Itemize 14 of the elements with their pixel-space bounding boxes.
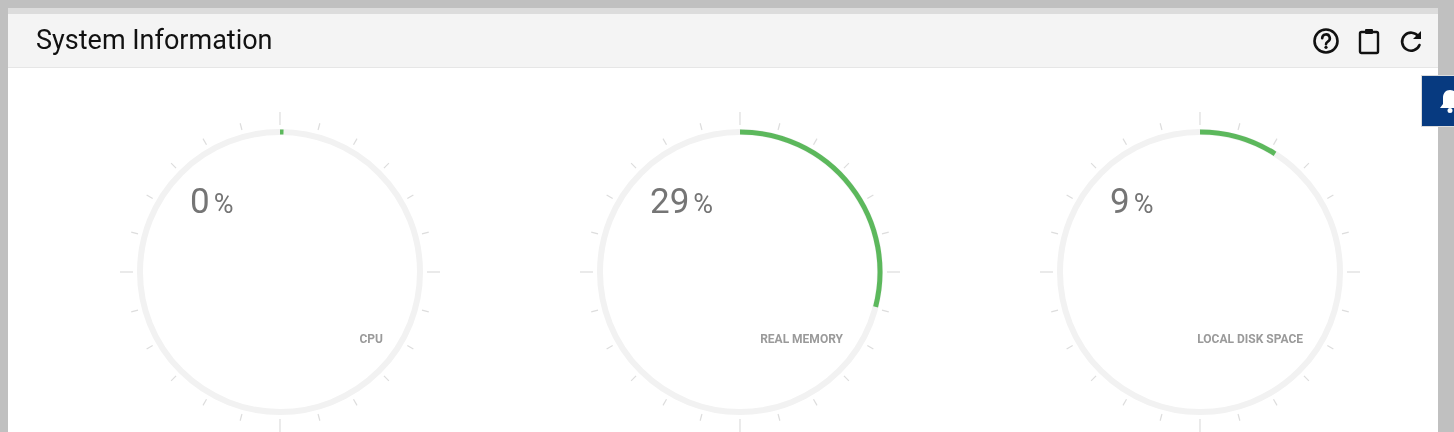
- help-icon[interactable]: [1312, 26, 1340, 55]
- gauge-value: 9: [1110, 184, 1130, 219]
- gauge-unit: %: [1133, 191, 1154, 218]
- clipboard-icon[interactable]: [1358, 26, 1380, 55]
- gauge-unit: %: [213, 191, 234, 218]
- notification-tab[interactable]: [1421, 75, 1454, 127]
- gauge-unit: %: [693, 191, 714, 218]
- gauge-fill: [280, 129, 284, 135]
- gauge-value: 0: [190, 184, 210, 219]
- panel-title: System Information: [36, 23, 274, 59]
- gauge-label: LOCAL DISK SPACE: [1197, 331, 1303, 348]
- gauge-value: 29: [650, 184, 690, 219]
- gauge-label: REAL MEMORY: [760, 331, 843, 348]
- gauge-label: CPU: [359, 331, 383, 348]
